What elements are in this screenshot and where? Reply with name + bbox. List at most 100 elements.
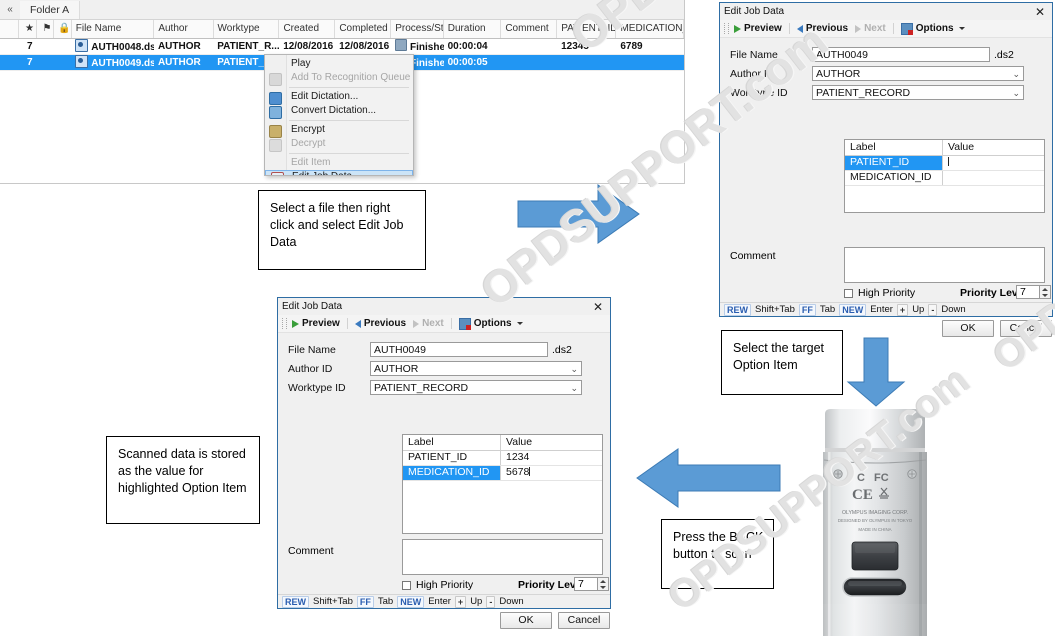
menu-separator — [289, 153, 409, 154]
file-name-input[interactable]: AUTH0049 — [812, 47, 990, 62]
comment-textarea[interactable] — [402, 539, 603, 575]
column-header-comment[interactable]: Comment — [501, 20, 557, 38]
folder-tab-a[interactable]: Folder A — [20, 1, 80, 19]
previous-button[interactable]: Previous — [795, 23, 850, 34]
menu-item-edit-job-data[interactable]: Edit Job Data... — [265, 170, 413, 176]
menu-item-edit-dictation[interactable]: Edit Dictation... — [265, 90, 413, 104]
column-header-completed[interactable]: Completed — [335, 20, 391, 38]
worktype-id-select[interactable]: PATIENT_RECORD⌄ — [812, 85, 1024, 100]
menu-item-convert-dictation[interactable]: Convert Dictation... — [265, 104, 413, 118]
ok-button[interactable]: OK — [942, 320, 994, 337]
option-grid-label-cell[interactable]: MEDICATION_ID — [845, 171, 943, 185]
chevron-down-icon: ⌄ — [570, 362, 578, 376]
option-grid-row[interactable]: PATIENT_ID — [845, 156, 1044, 171]
menu-item-edit-item[interactable]: Edit Item — [265, 156, 413, 170]
row-author: AUTHOR — [154, 56, 213, 70]
preview-button[interactable]: Preview — [290, 318, 342, 329]
option-grid-value-cell[interactable] — [943, 156, 1044, 170]
next-button[interactable]: Next — [853, 23, 888, 34]
option-grid-value-cell[interactable]: 5678 — [501, 466, 602, 480]
edit-job-data-icon — [271, 172, 284, 176]
next-button[interactable]: Next — [411, 318, 446, 329]
comment-textarea[interactable] — [844, 247, 1045, 283]
menu-item-decrypt[interactable]: Decrypt — [265, 137, 413, 151]
menu-item-label: Play — [291, 58, 310, 69]
option-grid-value-cell[interactable] — [943, 171, 1044, 185]
next-icon — [413, 320, 419, 328]
menu-item-encrypt[interactable]: Encrypt — [265, 123, 413, 137]
row-file-name: AUTH0048.ds2 — [71, 39, 154, 55]
flag-icon[interactable]: ⚑ — [37, 20, 55, 38]
menu-item-label: Edit Job Data... — [292, 171, 360, 176]
priority-level-stepper[interactable]: 7 — [574, 577, 609, 591]
double-chevron-left-icon[interactable]: « — [0, 4, 20, 15]
worktype-id-select[interactable]: PATIENT_RECORD⌄ — [370, 380, 582, 395]
lock-icon[interactable]: 🔒 — [54, 20, 72, 38]
close-icon[interactable]: ✕ — [590, 300, 606, 314]
author-id-value: AUTHOR — [374, 362, 570, 376]
chevron-up-icon[interactable] — [1042, 288, 1048, 291]
text-caret — [948, 157, 949, 166]
cancel-button[interactable]: Cancel — [558, 612, 610, 629]
next-icon — [855, 25, 861, 33]
toolbar-grip[interactable] — [282, 318, 287, 329]
column-header-author[interactable]: Author — [154, 20, 213, 38]
ok-button[interactable]: OK — [500, 612, 552, 629]
option-grid-label-cell[interactable]: PATIENT_ID — [403, 451, 501, 465]
menu-item-add-to-recognition-queue[interactable]: Add To Recognition Queue — [265, 71, 413, 85]
option-item-grid[interactable]: Label Value PATIENT_ID 1234 MEDICATION_I… — [402, 434, 603, 534]
column-header-file-name[interactable]: File Name — [72, 20, 155, 38]
previous-label: Previous — [806, 23, 848, 34]
high-priority-checkbox-row[interactable]: High Priority — [402, 579, 473, 591]
options-button[interactable]: Options — [457, 318, 525, 330]
previous-button[interactable]: Previous — [353, 318, 408, 329]
chevron-up-icon[interactable] — [600, 580, 606, 583]
option-grid-row[interactable]: MEDICATION_ID — [845, 171, 1044, 186]
option-item-grid[interactable]: Label Value PATIENT_ID MEDICATION_ID — [844, 139, 1045, 213]
row-duration: 00:00:04 — [444, 40, 502, 54]
column-header-worktype[interactable]: Worktype — [214, 20, 280, 38]
high-priority-checkbox[interactable] — [402, 581, 411, 590]
author-id-select[interactable]: AUTHOR⌄ — [812, 66, 1024, 81]
worktype-id-value: PATIENT_RECORD — [374, 381, 570, 395]
row-process-text: Finished — [410, 58, 444, 69]
option-grid-label-cell[interactable]: MEDICATION_ID — [403, 466, 501, 480]
preview-button[interactable]: Preview — [732, 23, 784, 34]
priority-level-value[interactable]: 7 — [574, 577, 598, 591]
chevron-down-icon[interactable] — [600, 586, 606, 589]
option-grid-row[interactable]: PATIENT_ID 1234 — [403, 451, 602, 466]
priority-level-spin-buttons[interactable] — [1040, 285, 1051, 299]
dialog-titlebar: Edit Job Data ✕ — [278, 298, 610, 315]
table-row[interactable]: 7 AUTH0048.ds2 AUTHOR PATIENT_R... 12/08… — [0, 39, 684, 55]
priority-level-spin-buttons[interactable] — [598, 577, 609, 591]
toolbar-grip[interactable] — [724, 23, 729, 34]
star-icon[interactable]: ★ — [19, 20, 37, 38]
close-icon[interactable]: ✕ — [1032, 5, 1048, 19]
chevron-down-icon[interactable] — [1042, 294, 1048, 297]
priority-level-value[interactable]: 7 — [1016, 285, 1040, 299]
cancel-button[interactable]: Cancel — [1000, 320, 1052, 337]
callout-step1: Select a file then right click and selec… — [258, 190, 426, 270]
menu-item-label: Convert Dictation... — [291, 105, 376, 116]
file-extension-label: .ds2 — [994, 49, 1014, 61]
column-header-medication-id[interactable]: MEDICATION_ID — [616, 20, 684, 38]
column-header-created[interactable]: Created — [279, 20, 335, 38]
file-name-row: File Name AUTH0049 .ds2 — [720, 47, 1052, 62]
options-button[interactable]: Options — [899, 23, 967, 35]
option-grid-row[interactable]: MEDICATION_ID 5678 — [403, 466, 602, 481]
author-id-select[interactable]: AUTHOR⌄ — [370, 361, 582, 376]
dialog-titlebar: Edit Job Data ✕ — [720, 3, 1052, 20]
edit-job-data-dialog-bottom: Edit Job Data ✕ Preview Previous Next Op… — [277, 297, 611, 609]
high-priority-checkbox-row[interactable]: High Priority — [844, 287, 915, 299]
file-name-input[interactable]: AUTH0049 — [370, 342, 548, 357]
column-header-duration[interactable]: Duration — [444, 20, 502, 38]
high-priority-checkbox[interactable] — [844, 289, 853, 298]
dialog-body: File Name AUTH0049 .ds2 Author ID AUTHOR… — [720, 38, 1052, 100]
menu-item-play[interactable]: Play — [265, 57, 413, 71]
column-header-patient-id[interactable]: PATIENT_ID — [557, 20, 616, 38]
option-grid-label-cell[interactable]: PATIENT_ID — [845, 156, 943, 170]
row-file-name-text: AUTH0049.ds2 — [91, 58, 154, 69]
column-header-process-status[interactable]: Process/St... — [391, 20, 444, 38]
priority-level-stepper[interactable]: 7 — [1016, 285, 1051, 299]
option-grid-value-cell[interactable]: 1234 — [501, 451, 602, 465]
